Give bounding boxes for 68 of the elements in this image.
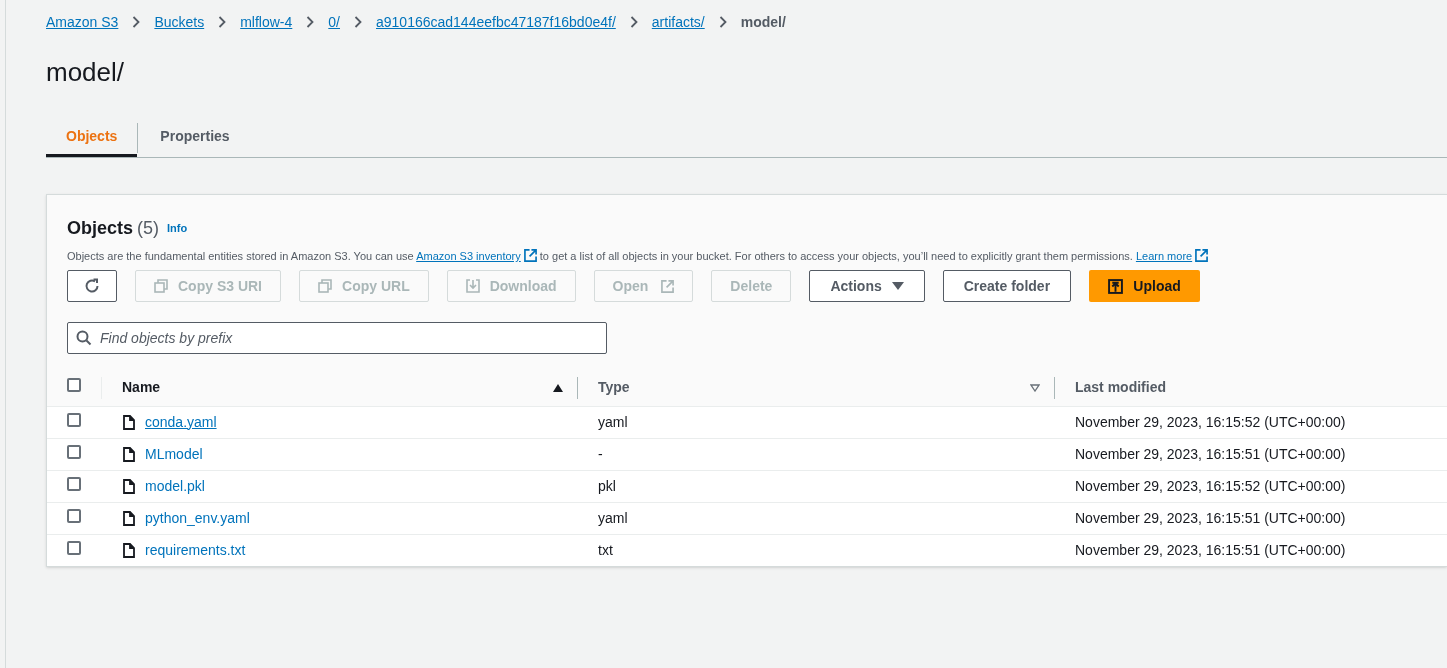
checkbox[interactable] (67, 378, 81, 393)
table-cell-text: November 29, 2023, 16:15:51 (UTC+00:00) (1074, 509, 1346, 526)
checkbox[interactable] (67, 412, 81, 427)
external-link-icon (523, 249, 537, 262)
tab[interactable]: Objects (46, 119, 138, 157)
checkbox[interactable] (67, 508, 81, 523)
upload-button[interactable]: Upload (1089, 270, 1201, 302)
file-link[interactable]: model.pkl (145, 475, 205, 497)
file-icon (123, 542, 135, 558)
copy-icon (154, 279, 168, 293)
table-cell-text: November 29, 2023, 16:15:52 (UTC+00:00) (1074, 413, 1346, 430)
tab[interactable]: Properties (138, 119, 252, 157)
breadcrumb-link[interactable]: Buckets (154, 11, 205, 33)
column-header[interactable]: Name (102, 377, 161, 399)
table-cell-text: November 29, 2023, 16:15:52 (UTC+00:00) (1074, 477, 1346, 494)
file-link[interactable]: conda.yaml (145, 411, 217, 433)
file-link[interactable]: python_env.yaml (145, 507, 250, 529)
info-link[interactable]: Info (167, 220, 188, 237)
upload-icon (1108, 278, 1124, 294)
breadcrumb-current: model/ (740, 12, 786, 32)
column-header[interactable]: Type (578, 377, 630, 399)
table-cell-text: yaml (597, 509, 628, 526)
checkbox[interactable] (67, 476, 81, 491)
panel-description: Objects are the fundamental entities stored in Amazon S3. You can use Amazon S3 inventory to get a list of all objects in your bucket. For others to access your objects, you’ll need to explicitly grant them permissions. Learn more (67, 248, 1427, 264)
external-link-icon (1195, 249, 1209, 262)
download-icon (465, 279, 480, 293)
refresh-button[interactable] (67, 270, 117, 302)
sort-icon[interactable] (1030, 383, 1040, 392)
external-link[interactable]: Amazon S3 inventory (416, 250, 521, 262)
breadcrumb-link[interactable]: Amazon S3 (46, 11, 119, 33)
caret-down-icon (891, 281, 904, 291)
copy-icon (318, 279, 332, 293)
refresh-icon (84, 278, 100, 294)
table-cell-text: November 29, 2023, 16:15:51 (UTC+00:00) (1074, 541, 1346, 558)
external-link-icon (661, 279, 675, 293)
table-cell-text: November 29, 2023, 16:15:51 (UTC+00:00) (1074, 445, 1346, 462)
table-cell-text: - (597, 445, 603, 462)
breadcrumb-link[interactable]: 0/ (328, 11, 340, 33)
file-link[interactable]: requirements.txt (145, 539, 246, 561)
panel-title: Objects (67, 217, 134, 240)
file-icon (123, 446, 135, 462)
chevron-right-icon (218, 16, 227, 28)
chevron-right-icon (132, 16, 141, 28)
table-cell-text: yaml (597, 413, 628, 430)
chevron-right-icon (306, 16, 315, 28)
toolbar-button[interactable]: Create folder (942, 270, 1072, 302)
page-title: model/ (46, 56, 125, 89)
actions-dropdown[interactable]: Actions (809, 270, 925, 302)
column-header[interactable]: Last modified (1055, 377, 1166, 399)
search-field[interactable]: Find objects by prefix (67, 322, 607, 354)
breadcrumb-link[interactable]: artifacts/ (651, 11, 705, 33)
file-link[interactable]: MLmodel (145, 443, 203, 465)
object-count: (5) (137, 217, 160, 240)
checkbox[interactable] (67, 540, 81, 555)
external-link[interactable]: Learn more (1135, 250, 1193, 262)
file-icon (123, 414, 135, 430)
breadcrumb-link[interactable]: mlflow-4 (240, 11, 293, 33)
search-icon (76, 330, 92, 346)
sort-ascending-icon[interactable] (553, 383, 563, 392)
chevron-right-icon (629, 16, 638, 28)
file-icon (123, 510, 135, 526)
breadcrumb-link[interactable]: a910166cad144eefbc47187f16bd0e4f/ (376, 11, 616, 33)
table-cell-text: txt (597, 541, 613, 558)
chevron-right-icon (718, 16, 727, 28)
file-icon (123, 478, 135, 494)
table-cell-text: pkl (597, 477, 616, 494)
chevron-right-icon (354, 16, 362, 28)
checkbox[interactable] (67, 444, 81, 459)
